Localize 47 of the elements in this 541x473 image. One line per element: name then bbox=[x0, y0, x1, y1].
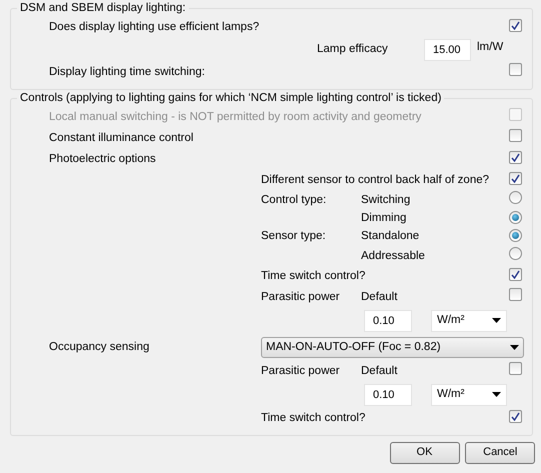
checkbox[interactable] bbox=[508, 62, 522, 76]
dropdown-arrow-icon bbox=[492, 392, 501, 398]
group-label: Control type: bbox=[261, 193, 328, 208]
checkbox-label: Default bbox=[361, 364, 398, 379]
checkbox[interactable] bbox=[508, 362, 522, 375]
section-title: DSM and SBEM display lighting: bbox=[17, 1, 189, 15]
radio-label: Dimming bbox=[361, 211, 406, 226]
section-title: Controls (applying to lighting gains for which ‘NCM simple lighting control’ is ticked) bbox=[17, 91, 444, 105]
number-field[interactable]: 15.00 bbox=[424, 39, 471, 61]
ok-button[interactable]: OK bbox=[390, 442, 460, 464]
checkbox[interactable] bbox=[508, 268, 522, 281]
checkbox-label: Does display lighting use efficient lamps? bbox=[49, 20, 260, 35]
field-label: Lamp efficacy bbox=[317, 42, 389, 58]
checkbox[interactable] bbox=[508, 288, 522, 301]
radio-label: Switching bbox=[361, 193, 410, 208]
radio-label: Addressable bbox=[361, 248, 425, 264]
number-field[interactable]: 0.10 bbox=[364, 310, 412, 332]
checkbox-label: Constant illuminance control bbox=[49, 130, 194, 146]
checkbox-label: Time switch control? bbox=[261, 268, 366, 284]
checkbox[interactable] bbox=[508, 410, 522, 423]
checkbox-label: Photoelectric options bbox=[49, 152, 157, 167]
checkbox-label: Different sensor to control back half of zone? bbox=[261, 172, 490, 188]
field-label: Parasitic power bbox=[261, 364, 341, 379]
cancel-button[interactable]: Cancel bbox=[465, 442, 536, 464]
checkbox-label: Local manual switching - is NOT permitted by room activity and geometry bbox=[49, 110, 422, 125]
group-label: Sensor type: bbox=[261, 229, 327, 244]
dropdown[interactable]: MAN-ON-AUTO-OFF (Foc = 0.82) bbox=[261, 336, 524, 358]
number-field[interactable]: 0.10 bbox=[364, 384, 412, 406]
checkbox-label: Display lighting time switching: bbox=[49, 64, 206, 80]
radio-button[interactable] bbox=[508, 229, 522, 242]
radio-button[interactable] bbox=[508, 211, 522, 224]
unit-dropdown[interactable]: W/m² bbox=[431, 384, 507, 406]
checkbox[interactable] bbox=[508, 128, 522, 142]
dropdown-arrow-icon bbox=[510, 344, 519, 350]
unit-label: lm/W bbox=[477, 40, 504, 55]
radio-label: Standalone bbox=[361, 229, 420, 244]
checkbox-label: Time switch control? bbox=[261, 410, 366, 426]
radio-button[interactable] bbox=[508, 246, 522, 260]
checkbox[interactable] bbox=[508, 18, 522, 32]
checkbox-label: Default bbox=[361, 290, 398, 305]
checkbox[interactable] bbox=[508, 150, 522, 164]
checkbox[interactable] bbox=[508, 172, 522, 185]
field-label: Parasitic power bbox=[261, 290, 341, 305]
dropdown-arrow-icon bbox=[492, 318, 501, 324]
radio-button[interactable] bbox=[508, 191, 522, 204]
unit-dropdown[interactable]: W/m² bbox=[431, 310, 507, 332]
field-label: Occupancy sensing bbox=[49, 340, 150, 355]
